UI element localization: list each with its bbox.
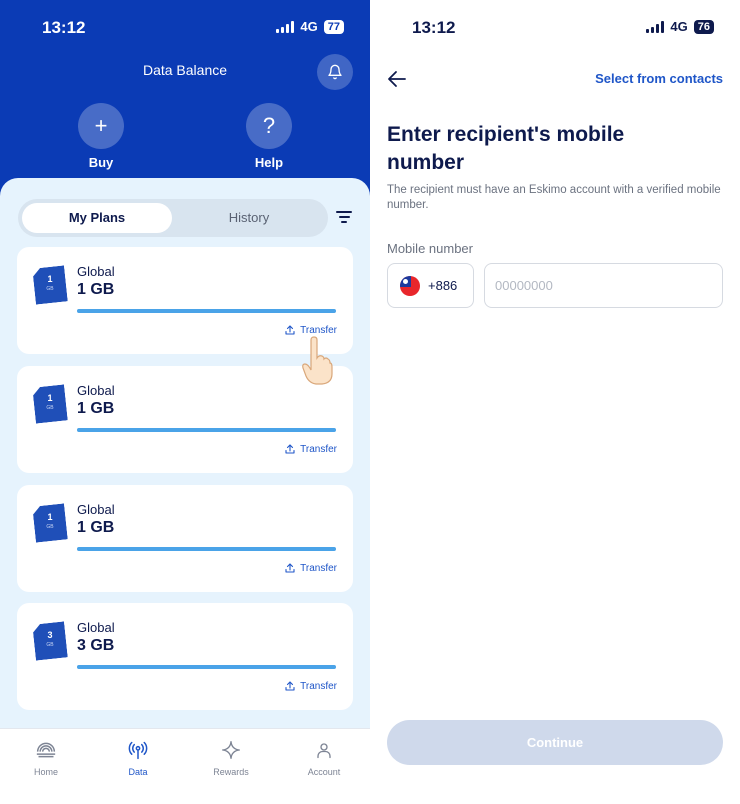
network-type: 4G — [670, 19, 688, 34]
buy-button[interactable]: + Buy — [77, 103, 125, 170]
transfer-label: Transfer — [300, 443, 337, 455]
transfer-button[interactable]: Transfer — [284, 324, 337, 336]
notifications-button[interactable] — [317, 54, 353, 90]
filter-icon[interactable] — [336, 211, 352, 225]
plan-size: 3 GB — [77, 637, 115, 654]
sim-card-icon: 1 GB — [34, 267, 66, 303]
transfer-label: Transfer — [300, 680, 337, 692]
select-from-contacts-link[interactable]: Select from contacts — [595, 71, 723, 86]
question-icon: ? — [246, 103, 292, 149]
upload-icon — [285, 325, 295, 335]
status-bar: 13:12 4G 76 — [370, 0, 740, 56]
transfer-button[interactable]: Transfer — [284, 680, 337, 692]
data-balance-screen: 13:12 4G 77 Data Balance + Buy ? Help My… — [0, 0, 370, 804]
data-progress-bar — [77, 428, 336, 432]
user-icon — [317, 743, 331, 759]
data-progress-bar — [77, 309, 336, 313]
help-label: Help — [254, 155, 284, 170]
status-bar: 13:12 4G 77 — [0, 0, 370, 56]
battery-icon: 76 — [693, 19, 714, 34]
signal-icon — [646, 20, 665, 33]
sim-card-icon: 3 GB — [34, 623, 66, 659]
tab-home[interactable]: Home — [16, 739, 76, 777]
signal-icon — [276, 20, 295, 33]
plus-icon: + — [78, 103, 124, 149]
status-time: 13:12 — [412, 18, 456, 37]
plan-name: Global — [77, 502, 115, 517]
plan-name: Global — [77, 264, 115, 279]
tab-my-plans[interactable]: My Plans — [22, 203, 172, 233]
mobile-number-input[interactable] — [484, 263, 723, 308]
tab-data[interactable]: Data — [108, 739, 168, 777]
data-progress-bar — [77, 547, 336, 551]
taiwan-flag-icon — [400, 275, 420, 296]
country-code-selector[interactable]: +886 — [387, 263, 474, 308]
sim-card-icon: 1 GB — [34, 386, 66, 422]
pointing-hand-icon — [302, 336, 333, 385]
tab-history[interactable]: History — [174, 203, 324, 233]
transfer-label: Transfer — [300, 562, 337, 574]
home-icon — [36, 742, 56, 758]
bell-icon — [328, 64, 342, 80]
buy-label: Buy — [88, 155, 114, 170]
transfer-label: Transfer — [300, 324, 337, 336]
bottom-tab-bar: Home Data Rewards Account — [0, 728, 370, 804]
mobile-number-label: Mobile number — [387, 241, 473, 256]
plan-card[interactable]: 3 GB Global 3 GB Transfer — [17, 603, 353, 710]
sim-card-icon: 1 GB — [34, 505, 66, 541]
upload-icon — [285, 563, 295, 573]
network-type: 4G — [300, 19, 318, 34]
page-title: Enter recipient's mobile number — [387, 123, 625, 174]
upload-icon — [285, 681, 295, 691]
plan-size: 1 GB — [77, 519, 115, 536]
help-button[interactable]: ? Help — [245, 103, 293, 170]
continue-button[interactable]: Continue — [387, 720, 723, 765]
transfer-button[interactable]: Transfer — [284, 443, 337, 455]
plans-tab-switcher: My Plans History — [18, 199, 328, 237]
tab-account[interactable]: Account — [294, 739, 354, 777]
data-progress-bar — [77, 665, 336, 669]
upload-icon — [285, 444, 295, 454]
plan-name: Global — [77, 383, 115, 398]
plan-card[interactable]: 1 GB Global 1 GB Transfer — [17, 485, 353, 592]
plan-size: 1 GB — [77, 400, 115, 417]
tab-rewards[interactable]: Rewards — [201, 739, 261, 777]
plan-size: 1 GB — [77, 281, 115, 298]
transfer-recipient-screen: 13:12 4G 76 Select from contacts Enter r… — [370, 0, 740, 804]
transfer-button[interactable]: Transfer — [284, 562, 337, 574]
antenna-icon — [128, 741, 148, 760]
country-code: +886 — [428, 278, 458, 293]
back-arrow-icon[interactable] — [387, 70, 407, 88]
description-text: The recipient must have an Eskimo accoun… — [387, 184, 721, 211]
status-time: 13:12 — [42, 18, 86, 37]
plan-name: Global — [77, 620, 115, 635]
battery-icon: 77 — [323, 19, 344, 34]
sparkle-icon — [222, 741, 240, 759]
page-title: Data Balance — [142, 62, 228, 78]
